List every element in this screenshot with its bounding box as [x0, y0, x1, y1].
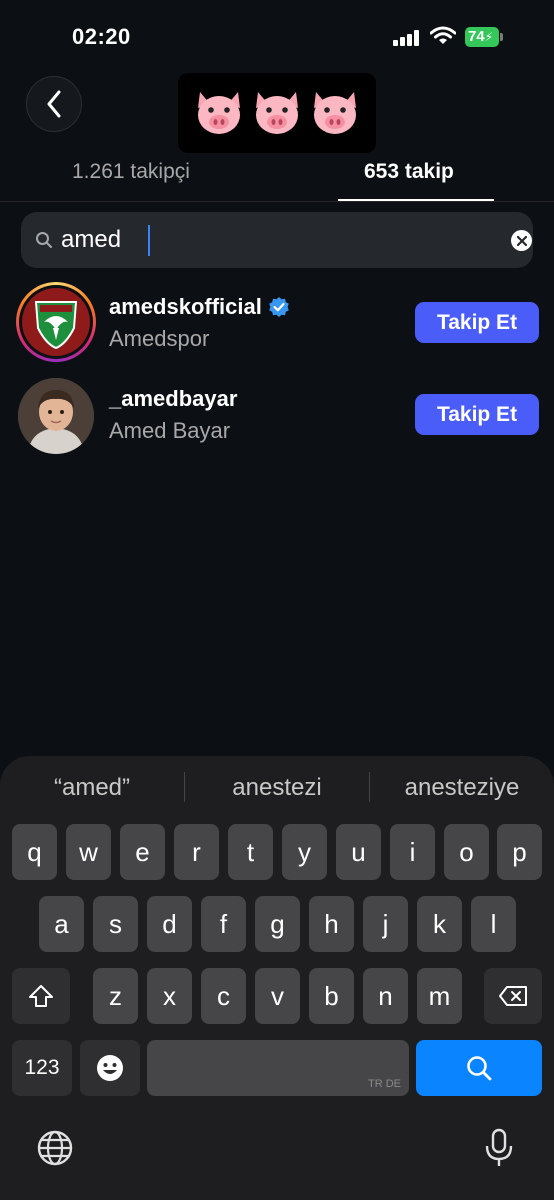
- search-key[interactable]: [416, 1040, 542, 1096]
- tab-divider: [0, 201, 554, 202]
- battery-indicator: 74⚡: [465, 27, 499, 47]
- chevron-left-icon: [47, 90, 61, 118]
- username[interactable]: _amedbayar: [109, 386, 237, 412]
- pig-face-emoji-icon: [256, 92, 298, 134]
- search-input[interactable]: [61, 224, 481, 256]
- key-k[interactable]: k: [417, 896, 462, 952]
- follow-button[interactable]: Takip Et: [415, 302, 539, 343]
- close-icon: [516, 235, 527, 246]
- key-z[interactable]: z: [93, 968, 138, 1024]
- list-item[interactable]: _amedbayar Amed Bayar Takip Et: [0, 376, 554, 462]
- clear-search-button[interactable]: [511, 230, 532, 251]
- key-o[interactable]: o: [444, 824, 489, 880]
- pig-face-emoji-icon: [314, 92, 356, 134]
- username[interactable]: amedskofficial: [109, 294, 290, 320]
- space-key[interactable]: TR DE: [147, 1040, 409, 1096]
- status-time: 02:20: [72, 24, 131, 49]
- backspace-icon: [499, 986, 527, 1006]
- globe-icon[interactable]: [37, 1130, 73, 1166]
- key-f[interactable]: f: [201, 896, 246, 952]
- key-t[interactable]: t: [228, 824, 273, 880]
- avatar[interactable]: [16, 282, 96, 362]
- keyboard-language-label: TR DE: [368, 1078, 401, 1090]
- cellular-signal-icon: [393, 30, 421, 46]
- key-h[interactable]: h: [309, 896, 354, 952]
- key-c[interactable]: c: [201, 968, 246, 1024]
- key-j[interactable]: j: [363, 896, 408, 952]
- search-icon: [36, 232, 52, 248]
- key-g[interactable]: g: [255, 896, 300, 952]
- suggestion-2[interactable]: anestezi: [185, 774, 369, 802]
- shift-key[interactable]: [12, 968, 70, 1024]
- numbers-key[interactable]: 123: [12, 1040, 72, 1096]
- key-l[interactable]: l: [471, 896, 516, 952]
- key-d[interactable]: d: [147, 896, 192, 952]
- verified-badge-icon: [269, 297, 289, 317]
- tab-followers[interactable]: 1.261 takipçi: [72, 160, 190, 184]
- full-name: Amed Bayar: [109, 418, 231, 443]
- key-x[interactable]: x: [147, 968, 192, 1024]
- key-y[interactable]: y: [282, 824, 327, 880]
- key-i[interactable]: i: [390, 824, 435, 880]
- battery-nub: [500, 33, 503, 41]
- emoji-smiley-icon: [97, 1055, 123, 1081]
- key-v[interactable]: v: [255, 968, 300, 1024]
- full-name: Amedspor: [109, 326, 210, 351]
- key-s[interactable]: s: [93, 896, 138, 952]
- key-w[interactable]: w: [66, 824, 111, 880]
- keyboard: “amed” anestezi anesteziye q w e r t y u…: [0, 756, 554, 1200]
- profile-photo: [18, 378, 94, 454]
- profile-title: [178, 73, 376, 153]
- key-a[interactable]: a: [39, 896, 84, 952]
- list-item[interactable]: amedskofficial Amedspor Takip Et: [0, 282, 554, 368]
- tab-following[interactable]: 653 takip: [364, 160, 454, 184]
- suggestion-1[interactable]: “amed”: [0, 774, 184, 802]
- key-u[interactable]: u: [336, 824, 381, 880]
- key-p[interactable]: p: [497, 824, 542, 880]
- key-q[interactable]: q: [12, 824, 57, 880]
- back-button[interactable]: [26, 76, 82, 132]
- username-text[interactable]: amedskofficial: [109, 294, 262, 320]
- key-b[interactable]: b: [309, 968, 354, 1024]
- username-text[interactable]: _amedbayar: [109, 386, 237, 412]
- emoji-key[interactable]: [80, 1040, 140, 1096]
- search-bar[interactable]: [21, 212, 533, 268]
- key-n[interactable]: n: [363, 968, 408, 1024]
- suggestion-3[interactable]: anesteziye: [370, 774, 554, 802]
- charging-bolt-icon: ⚡: [484, 30, 494, 44]
- key-m[interactable]: m: [417, 968, 462, 1024]
- follow-button[interactable]: Takip Et: [415, 394, 539, 435]
- avatar[interactable]: [18, 378, 94, 454]
- search-icon: [467, 1056, 492, 1081]
- key-r[interactable]: r: [174, 824, 219, 880]
- shift-icon: [29, 985, 53, 1007]
- pig-face-emoji-icon: [198, 92, 240, 134]
- microphone-icon[interactable]: [484, 1128, 514, 1168]
- delete-key[interactable]: [484, 968, 542, 1024]
- wifi-icon: [430, 26, 456, 44]
- key-e[interactable]: e: [120, 824, 165, 880]
- text-caret: [148, 225, 150, 256]
- amedspor-logo: [22, 288, 90, 356]
